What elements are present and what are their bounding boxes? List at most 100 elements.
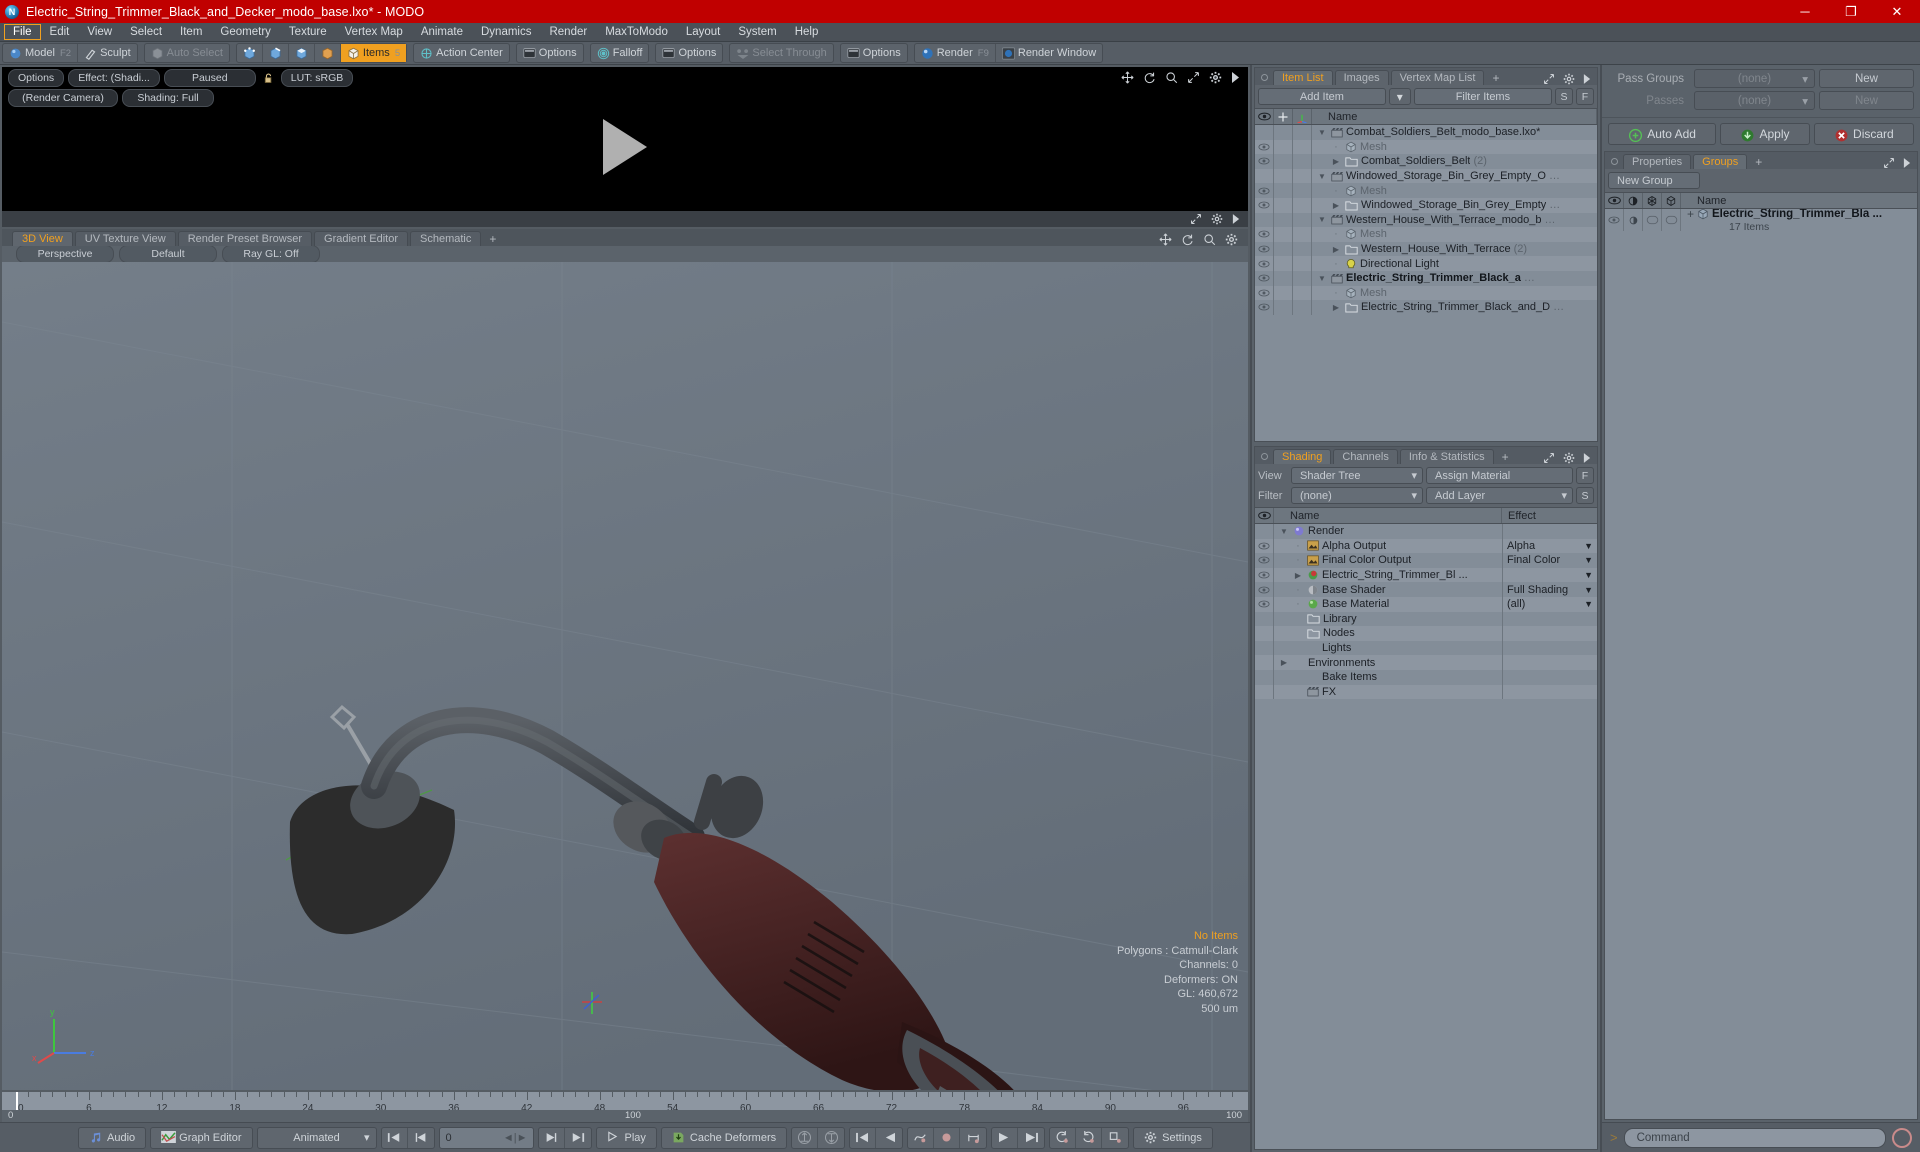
twirl-down-icon[interactable]: ▼ bbox=[1316, 274, 1328, 283]
row-eye-icon[interactable] bbox=[1255, 626, 1274, 641]
groups-body[interactable]: + Electric_String_Trimmer_Bla ... 17 Ite… bbox=[1605, 209, 1917, 1119]
twirl-right-icon[interactable]: ▶ bbox=[1292, 571, 1304, 580]
menu-item-system[interactable]: System bbox=[729, 24, 785, 40]
item-list-f-button[interactable]: F bbox=[1576, 88, 1594, 105]
row-solid-toggle[interactable] bbox=[1662, 209, 1681, 231]
key-down-icon[interactable] bbox=[818, 1128, 844, 1148]
menu-item-render[interactable]: Render bbox=[540, 24, 596, 40]
toolbar-button-material-icon[interactable] bbox=[315, 44, 341, 62]
table-row[interactable]: · Mesh bbox=[1255, 183, 1597, 198]
table-row[interactable]: · Mesh bbox=[1255, 285, 1597, 301]
link-key-icon[interactable] bbox=[1050, 1127, 1077, 1148]
row-eye-icon[interactable] bbox=[1255, 168, 1274, 184]
row-effect-cell[interactable] bbox=[1502, 684, 1597, 700]
viewport-3d-canvas[interactable]: y z x No Items Polygons : Catmull-Clark … bbox=[2, 262, 1248, 1090]
gear-icon[interactable] bbox=[1209, 71, 1222, 84]
table-row[interactable]: · Directional Light bbox=[1255, 256, 1597, 271]
toolbar-button-options[interactable]: Options bbox=[841, 44, 907, 62]
preview-options-button[interactable]: Options bbox=[8, 69, 65, 87]
preview-lut-button[interactable]: LUT: sRGB bbox=[280, 69, 354, 87]
cache-deformers-button[interactable]: Cache Deformers bbox=[660, 1126, 788, 1149]
axis-icon[interactable] bbox=[1293, 109, 1312, 124]
move-icon[interactable] bbox=[1274, 109, 1293, 124]
menu-item-file[interactable]: File bbox=[4, 24, 41, 40]
unlock-icon[interactable] bbox=[260, 72, 277, 85]
row-eye-icon[interactable] bbox=[1255, 227, 1274, 242]
auto-add-button[interactable]: Auto Add bbox=[1608, 123, 1717, 145]
row-effect-cell[interactable] bbox=[1502, 655, 1597, 670]
row-eye-icon[interactable] bbox=[1255, 669, 1274, 685]
tab-properties[interactable]: Properties bbox=[1623, 154, 1692, 169]
table-row[interactable]: ▶ Electric_String_Trimmer_Bl ... ▼ bbox=[1255, 567, 1597, 583]
chevron-down-icon[interactable]: ▼ bbox=[1584, 555, 1593, 565]
shading-body[interactable]: ▼ Render · Alpha Output Alpha ▼ · Final Color O… bbox=[1255, 524, 1597, 1149]
pass-groups-new-button[interactable]: New bbox=[1819, 69, 1914, 88]
tab-render-preset-browser[interactable]: Render Preset Browser bbox=[177, 231, 313, 246]
menu-item-view[interactable]: View bbox=[78, 24, 121, 40]
preview-effect-button[interactable]: Effect: (Shadi... bbox=[68, 69, 160, 87]
item-list-body[interactable]: ▼ Combat_Soldiers_Belt_modo_base.lxo* · Mes… bbox=[1255, 125, 1597, 441]
add-item-button[interactable]: Add Item bbox=[1258, 88, 1386, 105]
toolbar-button-render[interactable]: Render F9 bbox=[915, 44, 996, 62]
tab-uv-texture-view[interactable]: UV Texture View bbox=[74, 231, 176, 246]
row-axis-toggle[interactable] bbox=[1293, 168, 1312, 184]
table-row[interactable]: · Alpha Output Alpha ▼ bbox=[1255, 538, 1597, 554]
shade-icon[interactable] bbox=[1624, 193, 1643, 208]
row-effect-cell[interactable]: Alpha ▼ bbox=[1502, 538, 1597, 554]
add-tab-button[interactable]: + bbox=[1496, 450, 1515, 464]
toolbar-button-sculpt[interactable]: Sculpt bbox=[78, 44, 137, 62]
row-eye-icon[interactable] bbox=[1255, 567, 1274, 583]
viewport-default-button[interactable]: Default bbox=[119, 245, 217, 263]
row-eye-icon[interactable] bbox=[1605, 209, 1624, 231]
tab-shading[interactable]: Shading bbox=[1273, 449, 1332, 464]
shading-filter-select[interactable]: (none) ▾ bbox=[1291, 487, 1423, 504]
row-eye-icon[interactable] bbox=[1255, 270, 1274, 286]
play-arrow-icon[interactable] bbox=[1903, 158, 1911, 168]
zoom-icon[interactable] bbox=[1203, 233, 1216, 246]
cycle-key-icon[interactable] bbox=[1076, 1127, 1103, 1148]
go-start-icon[interactable] bbox=[382, 1127, 408, 1148]
row-eye-icon[interactable] bbox=[1255, 241, 1274, 257]
play-button[interactable]: Play bbox=[595, 1126, 657, 1149]
table-row[interactable]: Library bbox=[1255, 611, 1597, 627]
twirl-down-icon[interactable]: ▼ bbox=[1316, 215, 1328, 224]
tab-gradient-editor[interactable]: Gradient Editor bbox=[314, 231, 408, 246]
layer-key-icon[interactable] bbox=[1102, 1128, 1128, 1148]
row-lock-toggle[interactable] bbox=[1274, 285, 1293, 301]
row-eye-icon[interactable] bbox=[1255, 538, 1274, 554]
twirl-down-icon[interactable]: ▼ bbox=[1316, 128, 1328, 137]
solid-icon[interactable] bbox=[1662, 193, 1681, 208]
twirl-right-icon[interactable]: ▶ bbox=[1330, 201, 1342, 210]
row-eye-icon[interactable] bbox=[1255, 154, 1274, 169]
table-row[interactable]: ▼ Combat_Soldiers_Belt_modo_base.lxo* bbox=[1255, 125, 1597, 140]
row-eye-icon[interactable] bbox=[1255, 640, 1274, 656]
twirl-right-icon[interactable]: ▶ bbox=[1278, 658, 1290, 667]
row-effect-cell[interactable]: (all) ▼ bbox=[1502, 596, 1597, 612]
toolbar-button-auto-select[interactable]: Auto Select bbox=[145, 44, 229, 62]
panel-grip-icon[interactable] bbox=[1611, 158, 1618, 165]
row-effect-cell[interactable] bbox=[1502, 640, 1597, 656]
menu-item-item[interactable]: Item bbox=[171, 24, 211, 40]
row-axis-toggle[interactable] bbox=[1293, 197, 1312, 213]
row-effect-cell[interactable]: Full Shading ▼ bbox=[1502, 582, 1597, 597]
row-eye-icon[interactable] bbox=[1255, 212, 1274, 228]
rotate-icon[interactable] bbox=[1181, 233, 1194, 246]
table-row[interactable]: FX bbox=[1255, 684, 1597, 700]
tab-item-list[interactable]: Item List bbox=[1273, 70, 1333, 85]
row-eye-icon[interactable] bbox=[1255, 684, 1274, 700]
row-axis-toggle[interactable] bbox=[1293, 139, 1312, 155]
menu-item-geometry[interactable]: Geometry bbox=[211, 24, 280, 40]
move-icon[interactable] bbox=[1121, 71, 1134, 84]
add-item-dropdown[interactable]: ▾ bbox=[1388, 88, 1411, 105]
apply-button[interactable]: Apply bbox=[1720, 123, 1810, 145]
resize-icon[interactable] bbox=[1883, 157, 1895, 169]
item-list-s-button[interactable]: S bbox=[1555, 88, 1573, 105]
close-button[interactable]: ✕ bbox=[1874, 0, 1920, 23]
passes-select[interactable]: (none) ▾ bbox=[1694, 91, 1815, 110]
next-key-icon[interactable] bbox=[992, 1127, 1019, 1148]
twirl-down-icon[interactable]: ▼ bbox=[1278, 527, 1290, 536]
add-tab-button[interactable]: + bbox=[1749, 155, 1768, 169]
resize-icon[interactable] bbox=[1187, 71, 1200, 84]
toolbar-button-falloff[interactable]: Falloff bbox=[591, 44, 649, 62]
curve-key-icon[interactable] bbox=[908, 1127, 935, 1148]
